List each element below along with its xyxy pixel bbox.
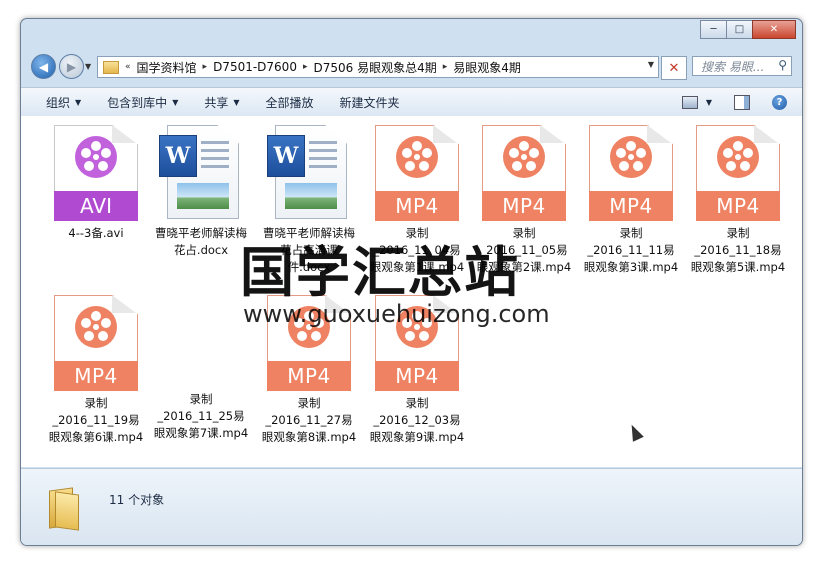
folder-icon <box>103 60 119 74</box>
file-item[interactable]: MP4 录制_2016_11_11易眼观象第3课.mp4 <box>583 125 679 276</box>
video-file-icon: MP4 <box>54 295 138 391</box>
recent-pages-dropdown[interactable]: ▼ <box>85 62 91 71</box>
close-button[interactable]: ✕ <box>752 20 796 39</box>
play-all-label: 全部播放 <box>265 95 314 110</box>
close-icon: ✕ <box>668 60 680 76</box>
search-placeholder: 搜索 易眼... <box>701 59 765 74</box>
chevron-down-icon: ▼ <box>172 97 179 107</box>
film-reel-icon <box>610 136 652 178</box>
file-type-badge: MP4 <box>54 361 138 391</box>
file-name: 录制_2016_11_11易眼观象第3课.mp4 <box>583 226 679 274</box>
file-name: 录制_2016_12_03易眼观象第9课.mp4 <box>369 396 465 444</box>
organize-menu[interactable]: 组织 ▼ <box>46 94 81 111</box>
video-file-icon: MP4 <box>482 125 566 221</box>
word-logo-icon: W <box>267 135 305 177</box>
new-folder-label: 新建文件夹 <box>339 95 400 110</box>
film-reel-icon <box>717 136 759 178</box>
breadcrumb-separator[interactable]: ▸ <box>303 62 308 72</box>
folder-icon <box>49 487 79 531</box>
include-in-library-menu[interactable]: 包含到库中 ▼ <box>107 94 178 111</box>
breadcrumb-item[interactable]: D7501-D7600 <box>213 60 297 74</box>
minimize-button[interactable]: ─ <box>700 20 727 39</box>
file-type-badge: MP4 <box>589 191 673 221</box>
video-file-icon: AVI <box>54 125 138 221</box>
arrow-right-icon: ▶ <box>66 59 77 74</box>
file-item[interactable]: MP4 录制_2016_11_18易眼观象第5课.mp4 <box>690 125 786 276</box>
word-logo-icon: W <box>159 135 197 177</box>
file-type-badge: MP4 <box>375 191 459 221</box>
film-reel-icon <box>503 136 545 178</box>
arrow-left-icon: ◀ <box>38 59 49 74</box>
file-item[interactable]: 录制_2016_11_25易眼观象第7课.mp4 <box>153 387 249 442</box>
chevron-down-icon: ▼ <box>75 97 82 107</box>
breadcrumb-item[interactable]: 国学资料馆 <box>137 59 197 76</box>
view-controls: ▼ ? <box>681 88 802 116</box>
preview-pane-icon[interactable] <box>734 94 750 110</box>
window-controls: ─ □ ✕ <box>700 20 796 39</box>
address-row: ◀ ▶ ▼ « 国学资料馆 ▸ D7501-D7600 ▸ D7506 易眼观象… <box>21 49 802 81</box>
file-name: 录制_2016_11_27易眼观象第8课.mp4 <box>261 396 357 444</box>
word-document-icon: W <box>267 125 351 221</box>
file-item[interactable]: AVI 4--3备.avi <box>48 125 144 242</box>
breadcrumb-item[interactable]: 易眼观象4期 <box>453 59 521 76</box>
help-icon[interactable]: ? <box>772 94 787 110</box>
watermark-logo: 国学汇总站 <box>240 241 520 304</box>
film-reel-icon <box>396 136 438 178</box>
word-document-icon: W <box>159 125 243 221</box>
item-count: 11 个对象 <box>109 493 165 507</box>
details-pane: 11 个对象 <box>21 468 802 545</box>
file-type-badge: MP4 <box>267 361 351 391</box>
forward-button[interactable]: ▶ <box>59 54 84 79</box>
file-type-badge: MP4 <box>696 191 780 221</box>
address-bar[interactable]: « 国学资料馆 ▸ D7501-D7600 ▸ D7506 易眼观象总4期 ▸ … <box>97 56 659 78</box>
file-type-badge: MP4 <box>375 361 459 391</box>
breadcrumb-item[interactable]: D7506 易眼观象总4期 <box>313 59 436 76</box>
chevron-down-icon: ▼ <box>233 97 240 107</box>
back-button[interactable]: ◀ <box>31 54 56 79</box>
organize-label: 组织 <box>46 95 71 110</box>
file-name: 录制_2016_11_25易眼观象第7课.mp4 <box>153 392 249 440</box>
maximize-button[interactable]: □ <box>726 20 753 39</box>
change-view-icon[interactable] <box>681 95 698 109</box>
file-type-badge: AVI <box>54 191 138 221</box>
video-file-icon: MP4 <box>589 125 673 221</box>
search-icon[interactable]: ⚲ <box>778 58 787 72</box>
play-all-button[interactable]: 全部播放 <box>266 94 314 111</box>
file-item[interactable]: W 曹晓平老师解读梅花占.docx <box>153 125 249 259</box>
chevron-down-icon[interactable]: ▼ <box>706 98 712 107</box>
film-reel-icon <box>75 306 117 348</box>
address-dropdown[interactable]: ▼ <box>648 60 654 69</box>
include-in-library-label: 包含到库中 <box>107 95 168 110</box>
file-name: 录制_2016_11_19易眼观象第6课.mp4 <box>48 396 144 444</box>
file-name: 录制_2016_11_18易眼观象第5课.mp4 <box>690 226 786 274</box>
breadcrumb-separator[interactable]: ▸ <box>203 62 208 72</box>
video-file-icon: MP4 <box>375 125 459 221</box>
video-file-icon: MP4 <box>696 125 780 221</box>
search-input[interactable]: 搜索 易眼... ⚲ <box>692 56 792 76</box>
share-label: 共享 <box>204 95 229 110</box>
share-menu[interactable]: 共享 ▼ <box>204 94 239 111</box>
file-item[interactable]: MP4 录制_2016_11_19易眼观象第6课.mp4 <box>48 295 144 446</box>
watermark-url: www.guoxuehuizong.com <box>243 300 550 328</box>
clear-address-button[interactable]: ✕ <box>661 56 687 80</box>
breadcrumb-separator[interactable]: ▸ <box>443 62 448 72</box>
new-folder-button[interactable]: 新建文件夹 <box>340 94 400 111</box>
file-name: 4--3备.avi <box>68 226 124 240</box>
file-name: 曹晓平老师解读梅花占.docx <box>155 226 247 257</box>
film-reel-icon <box>75 136 117 178</box>
file-type-badge: MP4 <box>482 191 566 221</box>
overflow-chevron[interactable]: « <box>125 62 131 72</box>
command-bar: 组织 ▼ 包含到库中 ▼ 共享 ▼ 全部播放 新建文件夹 ▼ ? <box>21 87 802 117</box>
